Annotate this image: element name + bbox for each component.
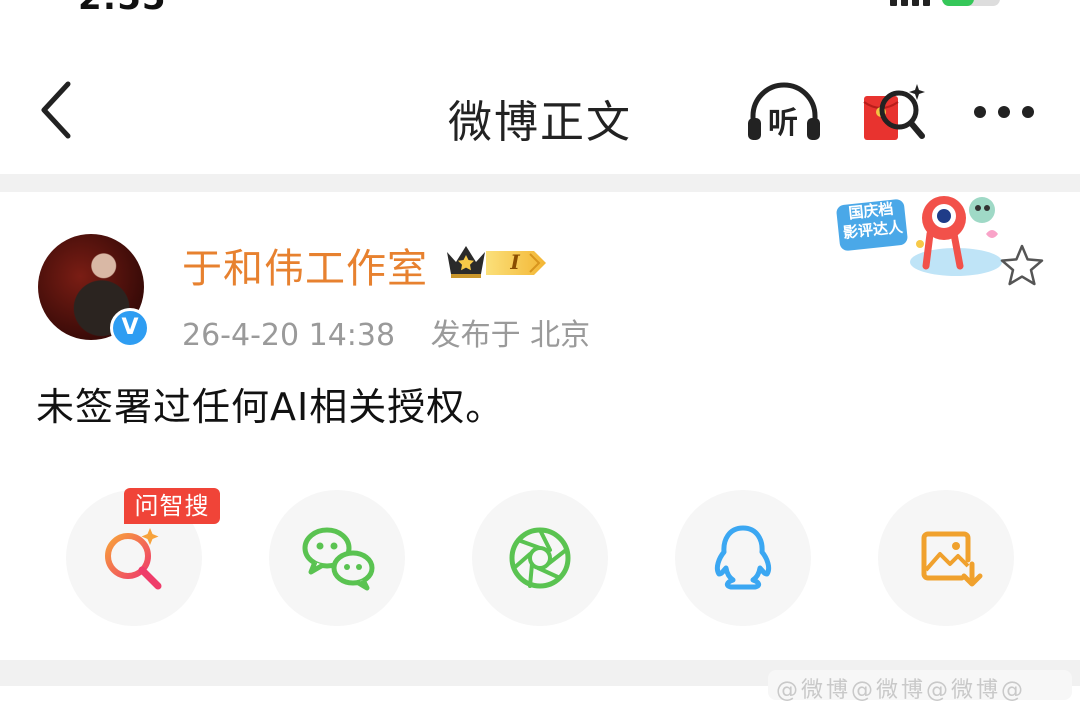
nav-bar: 微博正文 听 xyxy=(0,60,1080,170)
share-row: 问智搜 xyxy=(0,488,1080,628)
post-time: 26-4-20 14:38 xyxy=(182,318,396,353)
save-image-icon xyxy=(921,531,983,587)
wechat-icon xyxy=(302,527,375,591)
more-button[interactable] xyxy=(972,100,1036,124)
qq-icon xyxy=(714,525,772,590)
share-moments-button[interactable] xyxy=(472,490,608,626)
verified-badge-icon: V xyxy=(110,308,150,348)
author-name[interactable]: 于和伟工作室 xyxy=(182,236,428,294)
favorite-button[interactable] xyxy=(998,242,1046,290)
signal-icon xyxy=(890,0,930,6)
red-envelope-search-icon xyxy=(863,84,925,140)
status-time: 2:55 xyxy=(78,0,167,16)
post-meta: 26-4-20 14:38 发布于 北京 xyxy=(182,310,590,354)
save-image-button[interactable] xyxy=(878,490,1014,626)
battery-icon xyxy=(942,0,1000,6)
ai-search-tag: 问智搜 xyxy=(124,488,220,524)
promo-label: 国庆档 影评达人 xyxy=(842,199,904,243)
listen-button[interactable]: 听 xyxy=(745,82,823,142)
level-badge-label: I xyxy=(510,250,520,274)
post-card: V 于和伟工作室 I 26-4-20 14:38 发布于 北京 国庆档 影评达人… xyxy=(0,192,1080,660)
post-content: 未签署过任何AI相关授权。 xyxy=(36,385,505,429)
post-location: 发布于 北京 xyxy=(430,318,591,353)
share-wechat-button[interactable] xyxy=(269,490,405,626)
watermark: @微博@微博@微博@ xyxy=(776,678,1027,703)
share-qq-button[interactable] xyxy=(675,490,811,626)
status-icons xyxy=(890,0,1000,6)
status-bar: 2:55 xyxy=(0,0,1080,16)
crown-icon xyxy=(447,246,485,278)
listen-label: 听 xyxy=(768,106,798,141)
red-envelope-search-button[interactable] xyxy=(862,80,928,144)
moments-icon xyxy=(509,527,571,589)
ellipsis-icon xyxy=(974,106,1034,118)
promo-sticker[interactable]: 国庆档 影评达人 xyxy=(836,188,1004,284)
star-icon xyxy=(1000,244,1044,286)
